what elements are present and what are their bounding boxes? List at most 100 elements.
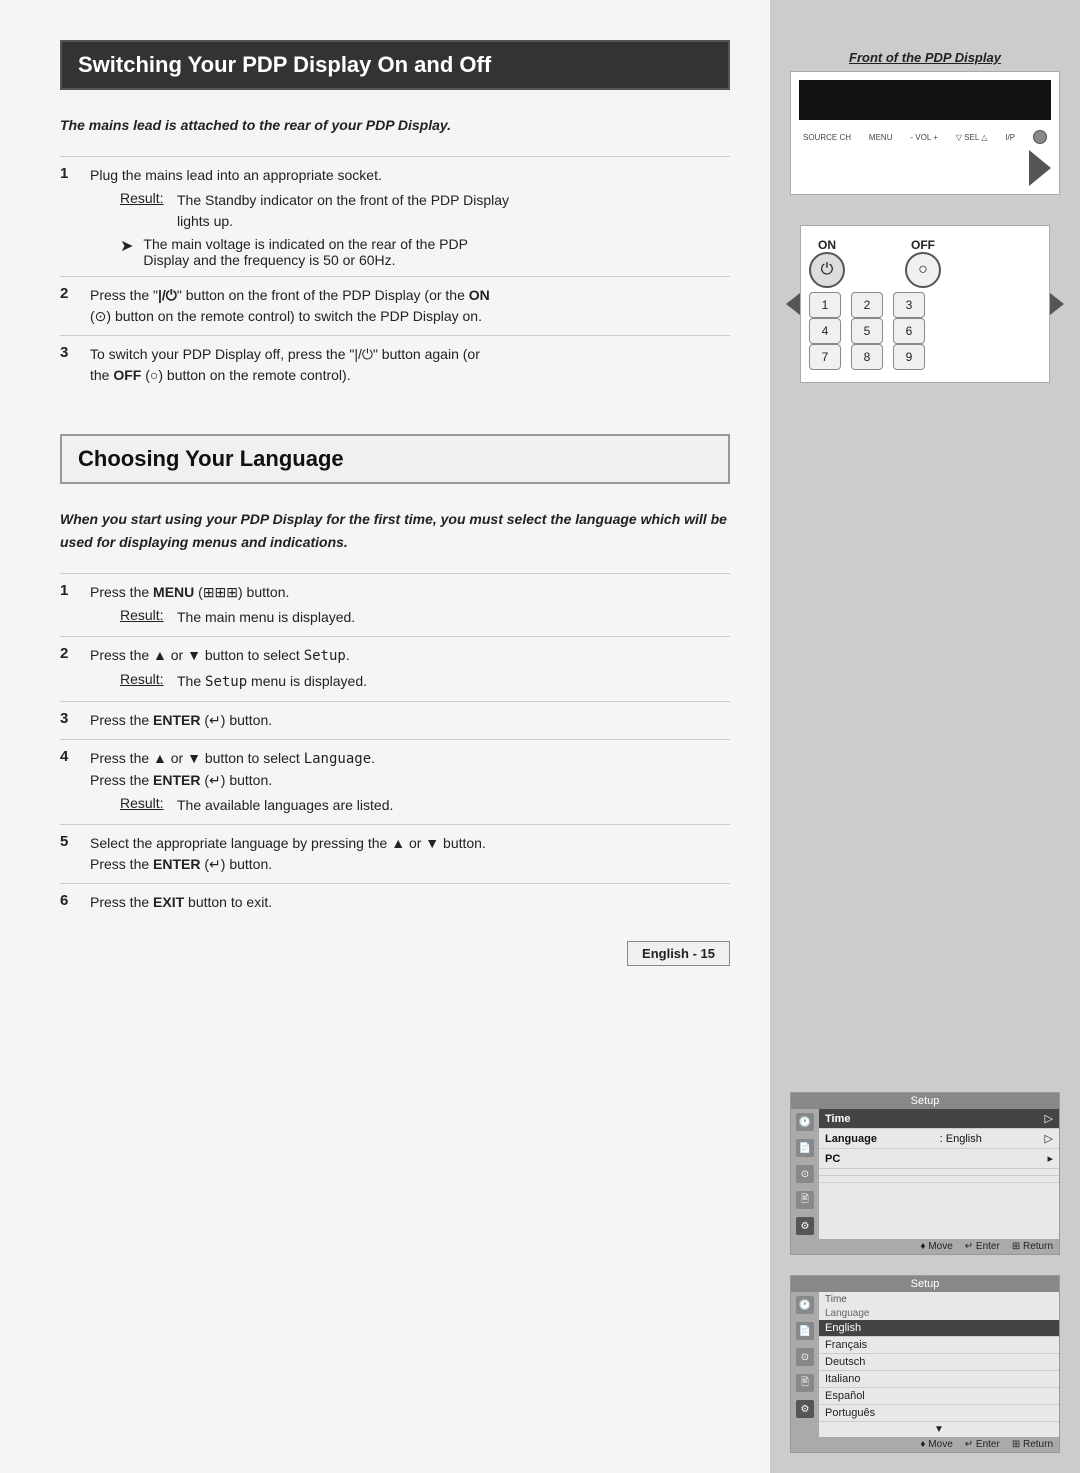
step1-num: 1: [60, 165, 78, 182]
step2-row: 2 Press the "|/⏻" button on the front of…: [60, 276, 730, 335]
right-sidebar: Front of the PDP Display SOURCE CH MENU …: [770, 0, 1080, 1473]
step1-result-text: The Standby indicator on the front of th…: [177, 190, 509, 232]
lang-item-english[interactable]: English: [819, 1320, 1059, 1337]
lang-step4-num: 4: [60, 748, 78, 765]
setup-icon-2: 📄: [796, 1139, 814, 1157]
source-label: SOURCE CH: [803, 133, 851, 142]
setup-footer-1: ♦ Move ↵ Enter ⊞ Return: [791, 1239, 1059, 1254]
lang-item-francais[interactable]: Français: [819, 1337, 1059, 1354]
lang-item-portugues[interactable]: Português: [819, 1405, 1059, 1422]
remote-wrapper: ON ⏻ OFF ○ 1 2 3 4 5 6: [790, 215, 1060, 393]
setup-icon-3: ⊙: [796, 1165, 814, 1183]
lang-step3-num: 3: [60, 710, 78, 727]
lang-step2-result-text: The Setup menu is displayed.: [177, 671, 367, 693]
btn-7[interactable]: 7: [809, 344, 841, 370]
section2-intro: When you start using your PDP Display fo…: [60, 508, 730, 553]
lang-step1-result: Result: The main menu is displayed.: [120, 607, 355, 628]
lang-step1-result-label: Result:: [120, 607, 165, 628]
step1-row: 1 Plug the mains lead into an appropriat…: [60, 156, 730, 276]
btn-5[interactable]: 5: [851, 318, 883, 344]
num-row-3: 7 8 9: [809, 344, 1041, 370]
on-button[interactable]: ⏻: [809, 252, 845, 288]
lang-step6-num: 6: [60, 892, 78, 909]
setup-row-pc-label: PC: [825, 1153, 840, 1165]
footer-enter: ↵ Enter: [965, 1241, 1000, 1252]
lang-icon-4: 🖹: [796, 1374, 814, 1392]
arrow-right-icon: [1029, 150, 1051, 186]
page-number-area: English - 15: [60, 921, 730, 966]
setup-row-empty2: [819, 1176, 1059, 1183]
front-display-label: Front of the PDP Display: [790, 50, 1060, 65]
btn-3[interactable]: 3: [893, 292, 925, 318]
off-button[interactable]: ○: [905, 252, 941, 288]
sidebar-top: Front of the PDP Display SOURCE CH MENU …: [790, 50, 1060, 195]
lang-icon-1: 🕐: [796, 1296, 814, 1314]
btn-4[interactable]: 4: [809, 318, 841, 344]
lang-step2-row: 2 Press the ▲ or ▼ button to select Setu…: [60, 636, 730, 701]
step2-num: 2: [60, 285, 78, 302]
setup-panel-1: Setup 🕐 📄 ⊙ 🖹 ⚙ Time ▷ Language: [790, 1092, 1060, 1255]
step1-result-label: Result:: [120, 190, 165, 232]
display-screen: [799, 80, 1051, 120]
power-indicator: [1033, 130, 1047, 144]
lang-panel: Setup 🕐 📄 ⊙ 🖹 ⚙ Time Language Engli: [790, 1275, 1060, 1453]
lang-item-espanol[interactable]: Español: [819, 1388, 1059, 1405]
setup-icon-1: 🕐: [796, 1113, 814, 1131]
setup-icon-5: ⚙: [796, 1217, 814, 1235]
setup-row-time-arrow: ▷: [1045, 1112, 1053, 1125]
lang-lang-row: Language: [819, 1307, 1059, 1320]
lang-step6-row: 6 Press the EXIT button to exit.: [60, 883, 730, 921]
off-label: OFF: [911, 238, 935, 252]
step1-note: ➤ The main voltage is indicated on the r…: [120, 236, 509, 268]
off-section: OFF ○: [905, 238, 941, 288]
footer-return: ⊞ Return: [1012, 1241, 1053, 1252]
lang-step1-text: Press the MENU (⊞⊞⊞) button.: [90, 584, 289, 600]
lang-step4-result-text: The available languages are listed.: [177, 795, 393, 816]
lang-step2-result-label: Result:: [120, 671, 165, 693]
lang-time-row: Time: [819, 1292, 1059, 1307]
section1-intro: The mains lead is attached to the rear o…: [60, 114, 730, 136]
lang-icon-3: ⊙: [796, 1348, 814, 1366]
setup-row-pc-arrow: ▸: [1047, 1152, 1053, 1165]
setup-row-empty1: [819, 1169, 1059, 1176]
lang-time-label: Time: [825, 1294, 847, 1305]
on-section: ON ⏻: [809, 238, 845, 288]
lang-step6-text: Press the EXIT button to exit.: [90, 892, 272, 913]
lang-step5-text: Select the appropriate language by press…: [90, 833, 486, 875]
btn-9[interactable]: 9: [893, 344, 925, 370]
btn-2[interactable]: 2: [851, 292, 883, 318]
footer-move: ♦ Move: [920, 1241, 952, 1252]
setup-panel-1-header: Setup: [791, 1093, 1059, 1109]
page-container: Switching Your PDP Display On and Off Th…: [0, 0, 1080, 1473]
lang-icon-5: ⚙: [796, 1400, 814, 1418]
lang-step1-row: 1 Press the MENU (⊞⊞⊞) button. Result: T…: [60, 573, 730, 636]
setup-row-language-value: : English: [940, 1133, 982, 1145]
lang-step3-text: Press the ENTER (↵) button.: [90, 710, 272, 731]
vol-label: - VOL +: [910, 133, 938, 142]
setup-row-language-label: Language: [825, 1133, 877, 1145]
lang-step5-row: 5 Select the appropriate language by pre…: [60, 824, 730, 883]
btn-8[interactable]: 8: [851, 344, 883, 370]
btn-1[interactable]: 1: [809, 292, 841, 318]
step3-text: To switch your PDP Display off, press th…: [90, 344, 480, 386]
spacer: [790, 413, 1060, 1072]
btn-6[interactable]: 6: [893, 318, 925, 344]
lang-footer-move: ♦ Move: [920, 1439, 952, 1450]
step1-note-text: The main voltage is indicated on the rea…: [143, 236, 468, 268]
lang-more-arrow: ▼: [819, 1422, 1059, 1437]
arrow-right-wrapper: [799, 150, 1051, 186]
lang-step1-result-text: The main menu is displayed.: [177, 607, 355, 628]
controls-row: SOURCE CH MENU - VOL + ▽ SEL △ I/P: [799, 128, 1051, 146]
step2-text: Press the "|/⏻" button on the front of t…: [90, 285, 490, 327]
step3-row: 3 To switch your PDP Display off, press …: [60, 335, 730, 394]
front-display-panel: SOURCE CH MENU - VOL + ▽ SEL △ I/P: [790, 71, 1060, 195]
lang-item-deutsch[interactable]: Deutsch: [819, 1354, 1059, 1371]
lang-step4-result: Result: The available languages are list…: [120, 795, 393, 816]
setup-row-time: Time ▷: [819, 1109, 1059, 1129]
setup-icons-1: 🕐 📄 ⊙ 🖹 ⚙: [791, 1109, 819, 1239]
section1-title: Switching Your PDP Display On and Off: [60, 40, 730, 90]
lang-item-italiano[interactable]: Italiano: [819, 1371, 1059, 1388]
lang-rows: Time Language English Français Deutsch I…: [819, 1292, 1059, 1437]
lang-step4-result-label: Result:: [120, 795, 165, 816]
menu-label: MENU: [869, 133, 893, 142]
